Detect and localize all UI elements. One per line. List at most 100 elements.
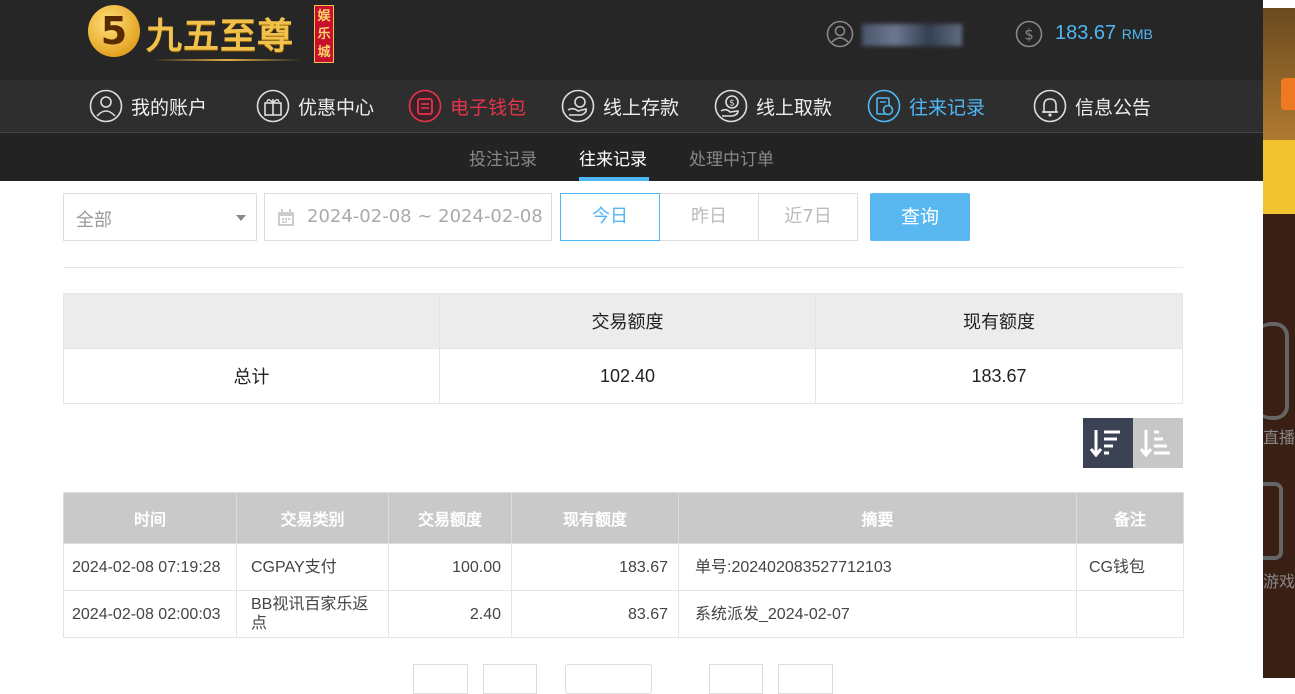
side-panel: 直播 游戏: [1263, 0, 1295, 678]
column-header-summary: 摘要: [678, 492, 1077, 544]
sub-nav: 投注记录 往来记录 处理中订单: [0, 133, 1263, 181]
sort-asc-icon: [1139, 430, 1170, 458]
summary-total-row: 总计 102.40 183.67: [63, 348, 1183, 404]
nav-online-withdraw[interactable]: $ 线上取款: [714, 89, 832, 123]
bell-icon: [1033, 89, 1067, 123]
pager-last-button[interactable]: [778, 664, 833, 694]
user-icon: [826, 20, 854, 48]
pager-page-input[interactable]: [565, 664, 652, 694]
nav-my-account[interactable]: 我的账户: [89, 89, 207, 123]
column-header-amount: 交易额度: [388, 492, 512, 544]
summary-table: 交易额度 现有额度 总计 102.40 183.67: [63, 293, 1183, 404]
sort-toggle: [1083, 418, 1183, 468]
main-nav: 我的账户 优惠中心 电子钱包 线上存款 $ 线上取款 往来记录 信息公告: [0, 80, 1263, 133]
active-tab-indicator: [579, 177, 649, 181]
side-panel-banner[interactable]: [1263, 8, 1295, 140]
nav-online-deposit[interactable]: 线上存款: [561, 89, 679, 123]
records-header-row: 时间 交易类别 交易额度 现有额度 摘要 备注: [63, 492, 1184, 544]
side-panel-label-live[interactable]: 直播: [1263, 424, 1295, 448]
dollar-icon: $: [1015, 20, 1043, 48]
withdraw-icon: $: [714, 89, 748, 123]
nav-label: 我的账户: [131, 96, 208, 119]
sort-desc-icon: [1089, 430, 1120, 458]
sort-desc-button[interactable]: [1083, 418, 1133, 468]
cell-type: CGPAY支付: [236, 543, 389, 591]
tab-transaction-records[interactable]: 往来记录: [579, 145, 647, 170]
logo-ornament: [152, 59, 302, 61]
table-row: 2024-02-08 02:00:03 BB视讯百家乐返点 2.40 83.67…: [63, 590, 1184, 638]
pager-first-button[interactable]: [413, 664, 468, 694]
table-row: 2024-02-08 07:19:28 CGPAY支付 100.00 183.6…: [63, 543, 1184, 591]
date-range-value: 2024-02-08 ~ 2024-02-08: [307, 206, 543, 227]
summary-header-cell: 交易额度: [439, 293, 816, 349]
summary-current-amount: 183.67: [815, 348, 1183, 404]
column-header-remark: 备注: [1076, 492, 1184, 544]
chevron-down-icon: [236, 215, 246, 221]
nav-e-wallet[interactable]: 电子钱包: [408, 89, 526, 123]
wallet-icon: [408, 89, 442, 123]
tab-bet-records[interactable]: 投注记录: [469, 145, 537, 170]
nav-label: 信息公告: [1075, 96, 1152, 119]
pager-prev-button[interactable]: [483, 664, 537, 694]
user-icon: [89, 89, 123, 123]
records-table: 时间 交易类别 交易额度 现有额度 摘要 备注 2024-02-08 07:19…: [63, 492, 1184, 638]
column-header-balance: 现有额度: [511, 492, 679, 544]
side-panel-label-game[interactable]: 游戏: [1263, 568, 1295, 592]
side-panel-highlight[interactable]: [1263, 140, 1295, 214]
nav-label: 线上存款: [603, 96, 680, 119]
cell-amount: 100.00: [388, 543, 512, 591]
nav-label: 线上取款: [756, 96, 833, 119]
nav-promotions[interactable]: 优惠中心: [256, 89, 374, 123]
calendar-icon: [278, 209, 294, 226]
game-icon[interactable]: [1263, 482, 1283, 560]
nav-label: 优惠中心: [298, 96, 375, 119]
pager-next-button[interactable]: [709, 664, 763, 694]
summary-header-row: 交易额度 现有额度: [63, 293, 1183, 349]
quick-7days-button[interactable]: 近7日: [758, 193, 858, 241]
cell-balance: 83.67: [511, 590, 679, 638]
nav-transaction-records[interactable]: 往来记录: [867, 89, 985, 123]
deposit-icon: [561, 89, 595, 123]
sort-asc-button[interactable]: [1133, 418, 1183, 468]
svg-text:$: $: [729, 99, 735, 109]
nav-label: 往来记录: [909, 96, 986, 119]
summary-total-label: 总计: [63, 348, 440, 404]
side-panel-badge[interactable]: [1281, 78, 1295, 110]
top-bar: 5 九五至尊 娱乐城 $ 183.67 RMB: [0, 0, 1263, 80]
cell-time: 2024-02-08 02:00:03: [63, 590, 237, 638]
logo-text: 九五至尊: [146, 15, 295, 57]
date-range-input[interactable]: 2024-02-08 ~ 2024-02-08: [264, 193, 552, 241]
gift-icon: [256, 89, 290, 123]
quick-today-button[interactable]: 今日: [560, 193, 660, 241]
type-select[interactable]: 全部: [63, 193, 257, 241]
quick-yesterday-button[interactable]: 昨日: [659, 193, 759, 241]
side-panel-top: [1263, 0, 1295, 8]
svg-text:$: $: [1024, 26, 1034, 44]
query-button[interactable]: 查询: [870, 193, 970, 241]
username-redacted: [862, 24, 962, 46]
cell-remark: CG钱包: [1076, 543, 1184, 591]
type-select-value: 全部: [76, 210, 112, 231]
logo-tag: 娱乐城: [314, 5, 334, 63]
cell-type: BB视讯百家乐返点: [236, 590, 389, 638]
cell-summary: 系统派发_2024-02-07: [678, 590, 1077, 638]
summary-trade-amount: 102.40: [439, 348, 816, 404]
divider: [63, 267, 1183, 268]
nav-announcements[interactable]: 信息公告: [1033, 89, 1151, 123]
column-header-type: 交易类别: [236, 492, 389, 544]
live-icon[interactable]: [1263, 322, 1289, 420]
logo-mark: 5: [88, 5, 140, 57]
cell-balance: 183.67: [511, 543, 679, 591]
tab-pending-orders[interactable]: 处理中订单: [689, 145, 774, 170]
column-header-time: 时间: [63, 492, 237, 544]
summary-header-cell: 现有额度: [815, 293, 1183, 349]
nav-label: 电子钱包: [450, 96, 527, 119]
records-icon: [867, 89, 901, 123]
cell-amount: 2.40: [388, 590, 512, 638]
balance-currency: RMB: [1121, 26, 1153, 42]
cell-summary: 单号:202402083527712103: [678, 543, 1077, 591]
cell-time: 2024-02-08 07:19:28: [63, 543, 237, 591]
summary-header-cell: [63, 293, 440, 349]
cell-remark: [1076, 590, 1184, 638]
balance-value: 183.67 RMB: [1055, 22, 1153, 44]
